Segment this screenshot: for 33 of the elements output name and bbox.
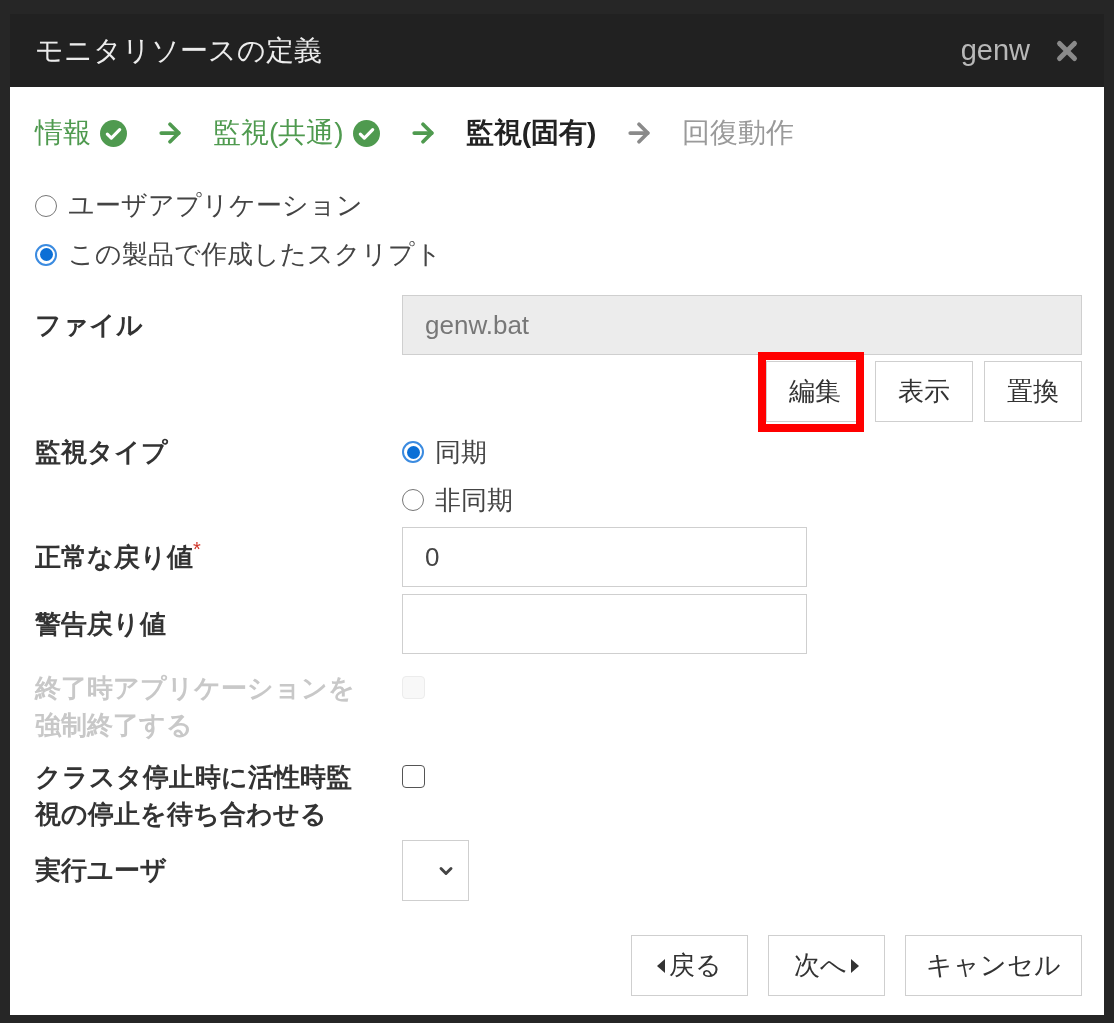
- step-label: 監視(固有): [465, 116, 597, 150]
- resource-name: genw: [960, 32, 1030, 68]
- step-label: 回復動作: [682, 116, 795, 150]
- step-label: 情報: [35, 116, 91, 150]
- field-label: 実行ユーザ: [35, 854, 168, 887]
- field-label: 正常な戻り値: [35, 540, 193, 574]
- check-circle-icon: [100, 119, 127, 147]
- radio-button[interactable]: [402, 441, 424, 463]
- radio-button[interactable]: [35, 194, 57, 217]
- file-action-button[interactable]: 表示: [875, 361, 973, 422]
- file-action-button[interactable]: 置換: [984, 361, 1082, 422]
- back-button[interactable]: 戻る: [631, 935, 748, 996]
- field-label: 警告戻り値: [35, 607, 166, 641]
- normal-value-field[interactable]: 0: [402, 527, 807, 587]
- radio-button[interactable]: [402, 489, 424, 511]
- radio-button[interactable]: [35, 243, 57, 266]
- checkbox[interactable]: [402, 765, 425, 788]
- warning-value-field[interactable]: [402, 594, 807, 654]
- caret-right-icon: [851, 958, 859, 973]
- caret-left-icon: [657, 958, 665, 973]
- field-label: ファイル: [35, 308, 144, 342]
- window-title: モニタリソースの定義: [35, 33, 322, 68]
- next-button[interactable]: 次へ: [768, 935, 885, 996]
- option-label: この製品で作成したスクリプト: [68, 238, 442, 271]
- step-label: 監視(共通): [213, 116, 344, 150]
- field-label: クラスタ停止時に活性時監視の停止を待ち合わせる: [35, 761, 353, 831]
- check-circle-icon: [352, 119, 380, 147]
- required-mark: *: [193, 538, 201, 559]
- option-label: 同期: [435, 435, 487, 469]
- cancel-button[interactable]: キャンセル: [905, 935, 1082, 996]
- option-label: 非同期: [435, 483, 513, 517]
- field-label: 監視タイプ: [35, 435, 169, 469]
- option-label: ユーザアプリケーション: [68, 189, 363, 222]
